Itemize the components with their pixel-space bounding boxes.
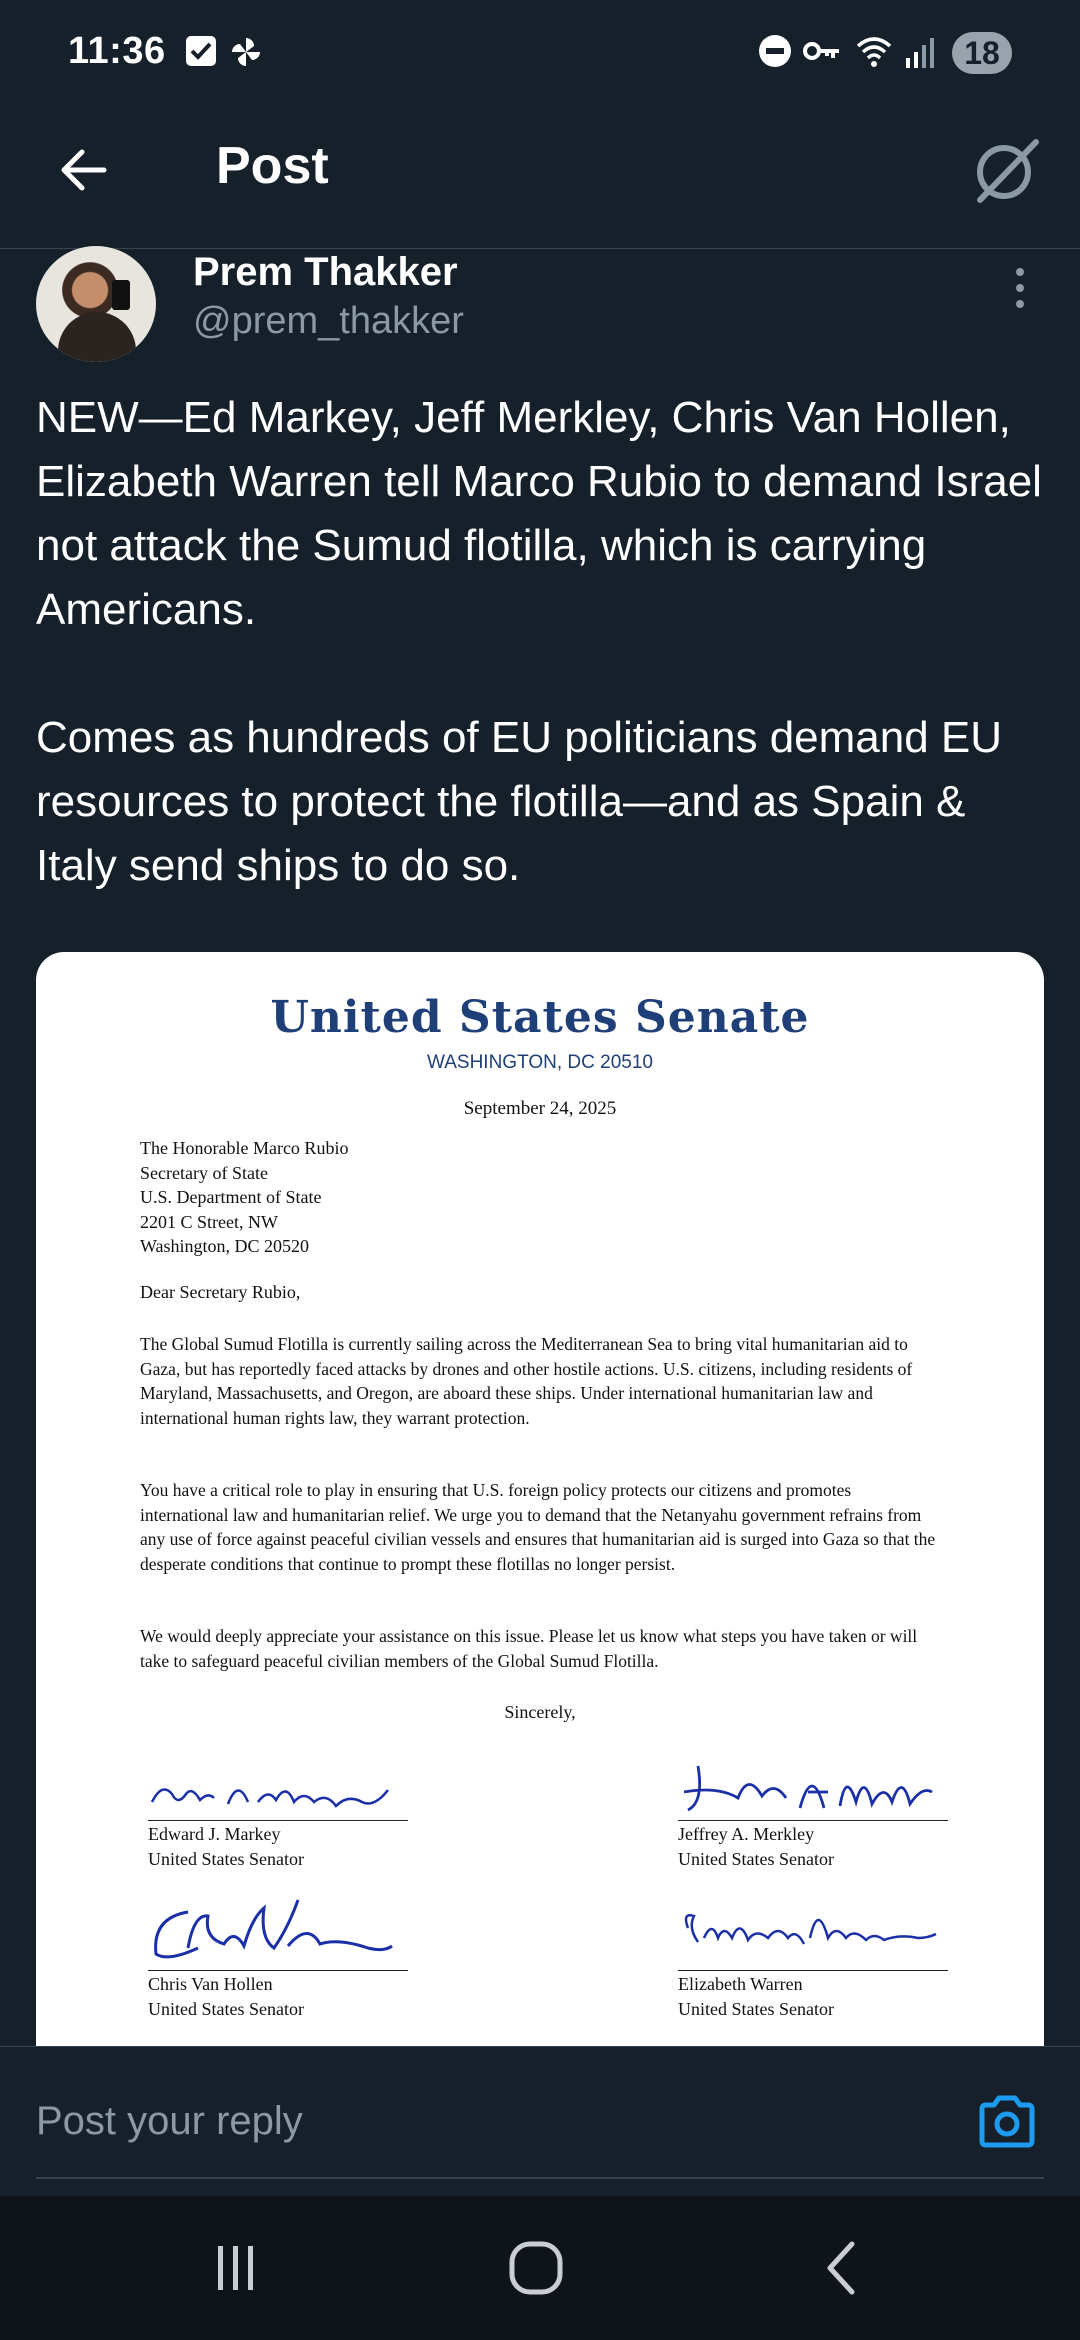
- signature-block: Edward J. Markey United States Senator: [148, 1772, 408, 1871]
- camera-icon[interactable]: [976, 2093, 1038, 2151]
- signatory-name: Elizabeth Warren: [678, 1974, 803, 1994]
- app-header: Post: [0, 108, 1080, 249]
- status-bar: 11:36 18: [0, 0, 1080, 108]
- signatory-title: United States Senator: [678, 1849, 834, 1869]
- letter-closing: Sincerely,: [504, 1702, 576, 1722]
- letter-address: The Honorable Marco Rubio Secretary of S…: [140, 1136, 348, 1259]
- signature-block: Chris Van Hollen United States Senator: [148, 1898, 408, 2021]
- author-handle[interactable]: @prem_thakker: [193, 300, 464, 343]
- status-time: 11:36: [68, 30, 166, 72]
- signatory-name: Jeffrey A. Merkley: [678, 1824, 815, 1844]
- back-chevron-icon[interactable]: [812, 2238, 872, 2298]
- post-text: NEW—Ed Markey, Jeff Merkley, Chris Van H…: [36, 386, 1056, 898]
- signatory-title: United States Senator: [148, 1849, 304, 1869]
- author-name[interactable]: Prem Thakker: [193, 250, 458, 295]
- arrow-left-icon[interactable]: [52, 138, 116, 202]
- signatory-name: Edward J. Markey: [148, 1824, 281, 1844]
- letterhead-title: United States Senate: [270, 992, 810, 1043]
- avatar[interactable]: [36, 246, 156, 362]
- system-nav-bar: [0, 2196, 1080, 2340]
- letter-paragraph: The Global Sumud Flotilla is currently s…: [140, 1334, 913, 1428]
- letter-date: September 24, 2025: [463, 1098, 617, 1119]
- address-line: U.S. Department of State: [140, 1187, 322, 1207]
- post-paragraph: Comes as hundreds of EU politicians dema…: [36, 713, 1003, 890]
- signature-block: Jeffrey A. Merkley United States Senator: [678, 1762, 948, 1871]
- address-line: 2201 C Street, NW: [140, 1211, 278, 1232]
- signal-icon: [906, 38, 934, 68]
- pinwheel-notification-icon: [232, 38, 260, 66]
- more-vertical-icon[interactable]: [1006, 268, 1034, 314]
- signatory-name: Chris Van Hollen: [148, 1974, 273, 1994]
- post-image-letter[interactable]: United States Senate WASHINGTON, DC 2051…: [36, 952, 1044, 2052]
- letter-paragraph: We would deeply appreciate your assistan…: [140, 1626, 918, 1671]
- letter-salutation: Dear Secretary Rubio,: [140, 1282, 301, 1302]
- home-icon[interactable]: [506, 2238, 566, 2298]
- recents-icon[interactable]: [206, 2238, 266, 2298]
- reply-input[interactable]: Post your reply: [36, 2099, 303, 2144]
- reply-underline: [36, 2177, 1044, 2179]
- signatory-title: United States Senator: [148, 1999, 304, 2019]
- do-not-disturb-icon: [759, 35, 791, 67]
- battery-indicator: 18: [952, 32, 1012, 74]
- checkbox-notification-icon: [186, 36, 216, 66]
- letter-paragraph: You have a critical role to play in ensu…: [140, 1480, 936, 1574]
- vpn-key-icon: [803, 42, 839, 60]
- page-title: Post: [216, 137, 329, 195]
- signatory-title: United States Senator: [678, 1999, 834, 2019]
- letterhead-location: WASHINGTON, DC 20510: [427, 1052, 653, 1073]
- wifi-icon: [856, 37, 892, 67]
- signature-block: Elizabeth Warren United States Senator: [678, 1898, 948, 2021]
- signature-markey: [150, 1788, 389, 1808]
- address-line: Washington, DC 20520: [140, 1236, 310, 1256]
- signature-warren: [684, 1914, 937, 1945]
- signature-merkley: [683, 1765, 933, 1812]
- reply-bar: Post your reply: [0, 2046, 1080, 2195]
- address-line: The Honorable Marco Rubio: [140, 1138, 349, 1158]
- address-line: Secretary of State: [140, 1162, 268, 1183]
- grok-icon[interactable]: [970, 134, 1042, 206]
- post-paragraph: NEW—Ed Markey, Jeff Merkley, Chris Van H…: [36, 393, 1042, 634]
- signature-van-hollen: [154, 1899, 393, 1959]
